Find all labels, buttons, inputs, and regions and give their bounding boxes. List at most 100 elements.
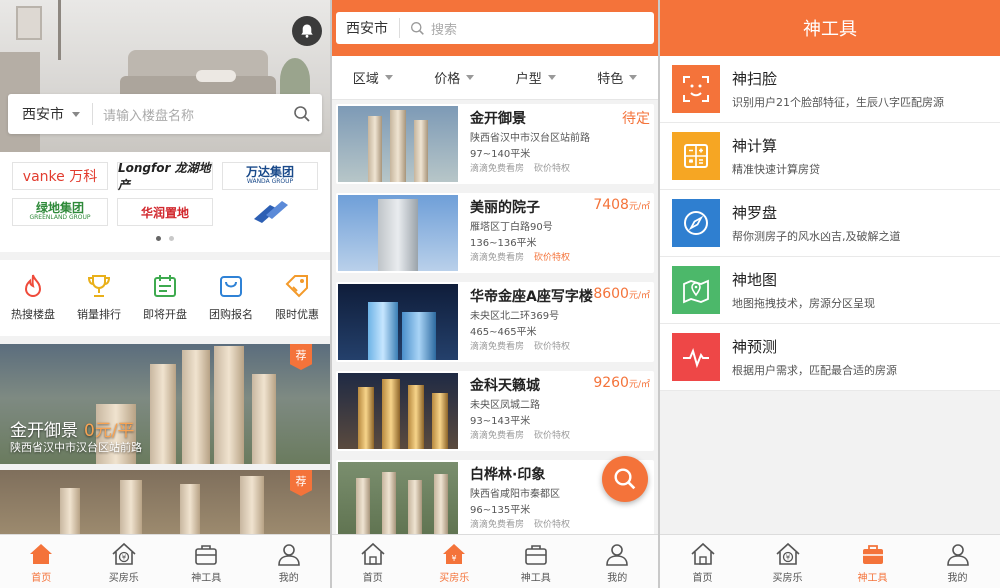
tool-compass[interactable]: 神罗盘 帮你测房子的风水凶吉,及破解之道 (660, 190, 1000, 257)
tool-calculator[interactable]: 神计算 精准快速计算房贷 (660, 123, 1000, 190)
property-row[interactable]: 美丽的院子 7408元/㎡ 雁塔区丁白路90号 136~136平米 滴滴免费看房… (336, 193, 654, 273)
filter-label: 区域 (352, 72, 379, 87)
house-yen-icon: ¥ (775, 542, 800, 565)
perk-bargain: 砍价特权 (534, 342, 571, 352)
tab-home[interactable]: 首页 (0, 535, 83, 588)
property-perks: 滴滴免费看房 砍价特权 (470, 161, 570, 174)
brand-longfor-logo[interactable]: Longfor 龙湖地产 (117, 161, 213, 192)
carousel-dot[interactable] (156, 236, 161, 241)
search-icon (400, 21, 431, 36)
user-icon (946, 544, 969, 566)
chevron-down-icon (547, 75, 556, 80)
perk-free-viewing: 滴滴免费看房 (470, 253, 525, 263)
featured-property-card[interactable]: 荐 金开御景 0元/平 陕西省汉中市汉台区站前路 (0, 344, 330, 464)
perk-free-viewing: 滴滴免费看房 (470, 520, 525, 530)
property-perks: 滴滴免费看房 砍价特权 (470, 250, 570, 263)
tab-home[interactable]: 首页 (332, 535, 414, 588)
svg-text:¥: ¥ (785, 554, 790, 562)
filter-layout[interactable]: 户型 (495, 56, 577, 99)
property-name: 金科天籁城 (470, 378, 540, 394)
quick-label: 团购报名 (209, 308, 253, 321)
tool-name: 神预测 (732, 338, 778, 356)
quick-label: 热搜楼盘 (11, 308, 55, 321)
quick-hot-search[interactable]: 热搜楼盘 (0, 260, 66, 336)
tab-buy-house[interactable]: ¥ 买房乐 (83, 535, 166, 588)
decor (356, 478, 370, 538)
carousel-dot[interactable] (169, 236, 174, 241)
property-row[interactable]: 金开御景 待定 陕西省汉中市汉台区站前路 97~140平米 滴滴免费看房 砍价特权 (336, 104, 654, 184)
quick-limited-offer[interactable]: 限时优惠 (264, 260, 330, 336)
filter-region[interactable]: 区域 (332, 56, 414, 99)
toolbox-icon (862, 545, 883, 564)
perk-bargain: 砍价特权 (534, 520, 571, 530)
house-yen-icon: ¥ (443, 544, 466, 564)
city-selector[interactable]: 西安市 (336, 18, 400, 38)
brand-vanke-logo[interactable]: vanke 万科 (12, 162, 108, 190)
tab-buy-house[interactable]: ¥ 买房乐 (414, 535, 496, 588)
quick-sales-ranking[interactable]: 销量排行 (66, 260, 132, 336)
listing-screen: 西安市 搜索 区域 价格 户型 特色 金开御景 待定 陕西省汉中市汉台区站前路 … (332, 0, 658, 588)
property-row[interactable]: 金科天籁城 9260元/㎡ 未央区凤城二路 93~143平米 滴滴免费看房 砍价特… (336, 371, 654, 451)
brand-crland-logo[interactable]: 华润置地 (117, 198, 213, 226)
tab-mine[interactable]: 我的 (577, 535, 659, 588)
toolbox-icon (524, 545, 547, 565)
tab-tools[interactable]: 神工具 (165, 535, 248, 588)
brand-generic-logo[interactable] (222, 198, 318, 226)
city-selector[interactable]: 西安市 (8, 103, 93, 125)
brand-greenland-logo[interactable]: 绿地集团 GREENLAND GROUP (12, 198, 108, 226)
bottom-tab-bar: 首页 ¥ 买房乐 神工具 我的 (332, 534, 658, 588)
user-icon (277, 544, 300, 566)
property-thumbnail (338, 284, 458, 360)
property-area: 93~143平米 (470, 416, 531, 427)
tool-map[interactable]: 神地图 地图拖拽技术，房源分区呈现 (660, 257, 1000, 324)
brand-wanda-logo[interactable]: 万达集团 WANDA GROUP (222, 162, 318, 190)
tools-list: 神扫脸 识别用户21个脸部特征，生辰八字匹配房源 神计算 精准快速计算房贷 神罗… (660, 56, 1000, 391)
tab-home[interactable]: 首页 (660, 535, 745, 588)
quick-upcoming-opening[interactable]: 即将开盘 (132, 260, 198, 336)
tool-name: 神计算 (732, 137, 778, 155)
property-price: 8600元/㎡ (593, 286, 650, 302)
tab-label: 买房乐 (439, 573, 470, 584)
decor (432, 393, 448, 449)
filter-bar: 区域 价格 户型 特色 (332, 56, 658, 100)
tab-label: 首页 (31, 573, 52, 584)
price-unit: 元/㎡ (628, 291, 650, 301)
decor (368, 116, 382, 182)
property-address: 陕西省汉中市汉台区站前路 (470, 133, 590, 144)
tab-tools[interactable]: 神工具 (495, 535, 577, 588)
tool-name: 神罗盘 (732, 204, 778, 222)
floating-search-button[interactable] (602, 456, 648, 502)
tab-mine[interactable]: 我的 (248, 535, 331, 588)
map-pin-icon (672, 266, 720, 314)
decor (120, 480, 142, 534)
tab-label: 首页 (692, 573, 713, 584)
property-area: 96~135平米 (470, 505, 531, 516)
property-row[interactable]: 华帝金座A座写字楼 8600元/㎡ 未央区北二环369号 465~465平米 滴… (336, 282, 654, 362)
decor (196, 70, 236, 82)
home-icon (690, 542, 715, 565)
page-title: 神工具 (660, 0, 1000, 56)
price-unit: 元/㎡ (628, 380, 650, 390)
tool-face-scan[interactable]: 神扫脸 识别用户21个脸部特征，生辰八字匹配房源 (660, 56, 1000, 123)
tab-mine[interactable]: 我的 (915, 535, 1000, 588)
tool-predict[interactable]: 神预测 根据用户需求，匹配最合适的房源 (660, 324, 1000, 391)
notification-bell-icon[interactable] (292, 16, 322, 46)
tool-desc: 识别用户21个脸部特征，生辰八字匹配房源 (732, 96, 944, 109)
property-perks: 滴滴免费看房 砍价特权 (470, 339, 570, 352)
search-icon[interactable] (282, 105, 322, 123)
filter-price[interactable]: 价格 (414, 56, 496, 99)
search-input[interactable]: 搜索 (431, 19, 457, 38)
home-icon (361, 542, 385, 565)
filter-feature[interactable]: 特色 (577, 56, 659, 99)
decor (390, 110, 406, 182)
property-price: 待定 (622, 108, 650, 128)
property-address: 未央区北二环369号 (470, 311, 560, 322)
quick-group-buy[interactable]: 团购报名 (198, 260, 264, 336)
brand-label: Longfor 龙湖地产 (118, 161, 211, 192)
perk-bargain: 砍价特权 (534, 164, 571, 174)
featured-title: 金开御景 0元/平 (10, 416, 135, 441)
featured-property-card[interactable]: 荐 (0, 470, 330, 534)
search-input[interactable]: 请输入楼盘名称 (93, 105, 282, 124)
tab-tools[interactable]: 神工具 (830, 535, 915, 588)
tab-buy-house[interactable]: ¥ 买房乐 (745, 535, 830, 588)
